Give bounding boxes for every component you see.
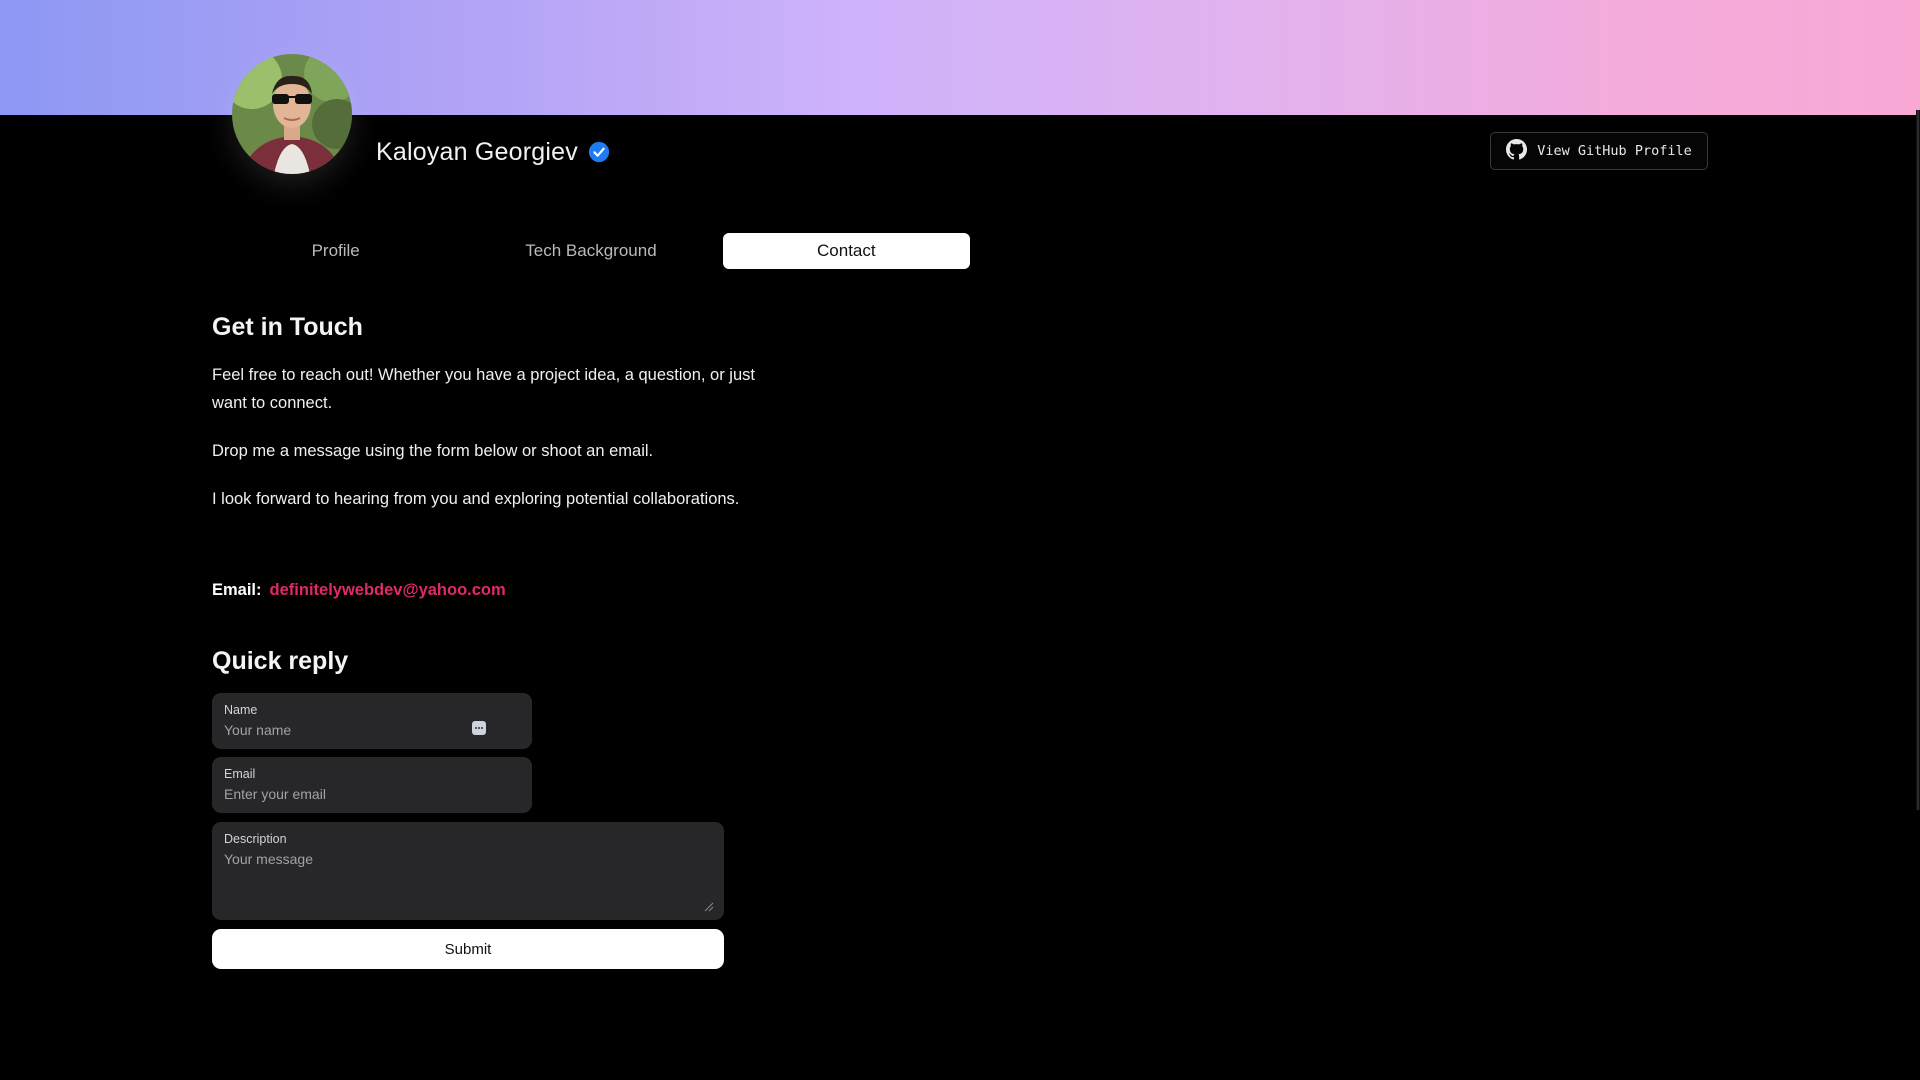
name-field: Name <box>212 693 532 749</box>
description-textarea[interactable] <box>224 851 712 903</box>
verified-badge-icon <box>588 141 610 163</box>
avatar-photo <box>232 54 352 174</box>
quick-reply-heading: Quick reply <box>212 647 349 675</box>
description-field-label: Description <box>224 832 287 846</box>
email-label: Email: <box>212 581 262 599</box>
avatar <box>232 54 352 174</box>
github-button-label: View GitHub Profile <box>1537 143 1692 159</box>
contact-paragraph: I look forward to hearing from you and e… <box>212 490 740 508</box>
email-link[interactable]: definitelywebdev@yahoo.com <box>270 581 506 600</box>
resize-handle-icon[interactable] <box>702 900 714 912</box>
email-field: Email <box>212 757 532 813</box>
submit-button[interactable]: Submit <box>212 929 724 969</box>
view-github-profile-button[interactable]: View GitHub Profile <box>1490 132 1708 170</box>
contact-paragraph: Drop me a message using the form below o… <box>212 442 654 460</box>
email-field-label: Email <box>224 767 256 781</box>
profile-name-text: Kaloyan Georgiev <box>376 137 578 166</box>
get-in-touch-heading: Get in Touch <box>212 313 363 341</box>
password-manager-icon[interactable] <box>472 721 486 735</box>
tab-profile[interactable]: Profile <box>212 233 459 269</box>
email-input[interactable] <box>224 786 520 802</box>
profile-name: Kaloyan Georgiev <box>376 134 610 170</box>
contact-paragraph: Feel free to reach out! Whether you have… <box>212 366 755 412</box>
description-field: Description <box>212 822 724 920</box>
email-line: Email: definitelywebdev@yahoo.com <box>212 581 506 600</box>
page-scrollbar[interactable] <box>1916 110 1920 810</box>
name-field-label: Name <box>224 703 258 717</box>
tab-tech-background[interactable]: Tech Background <box>467 233 714 269</box>
profile-tabs: Profile Tech Background Contact <box>212 232 978 270</box>
scrollbar-thumb[interactable] <box>1917 110 1919 810</box>
tab-contact[interactable]: Contact <box>722 233 970 269</box>
github-icon <box>1506 138 1528 164</box>
